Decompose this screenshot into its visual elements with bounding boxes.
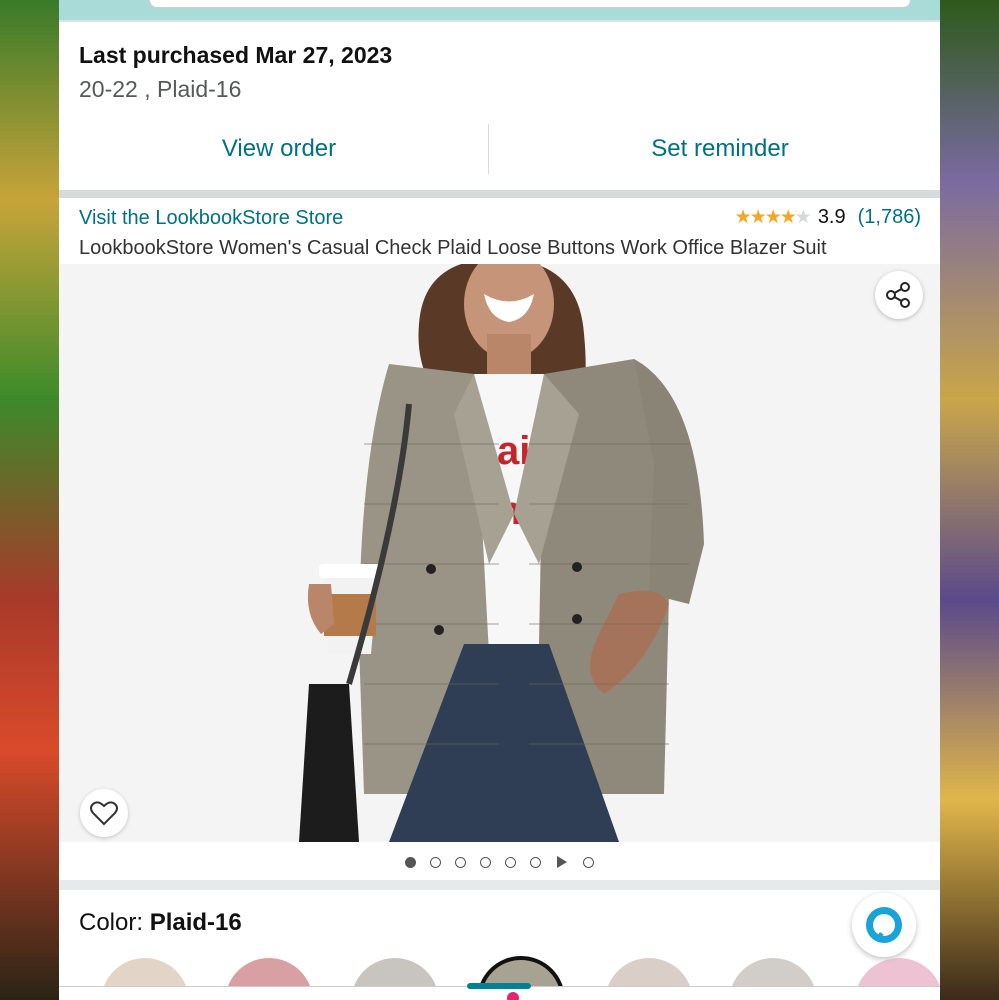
carousel-dot[interactable]	[583, 856, 594, 868]
scroll-indicator	[507, 992, 519, 1000]
share-button[interactable]	[875, 271, 923, 319]
color-label-prefix: Color:	[79, 909, 150, 936]
background-right	[939, 0, 999, 1000]
rating-summary[interactable]: ★★★★★ 3.9 (1,786)	[735, 206, 921, 229]
top-strip	[59, 0, 940, 22]
search-bar-edge[interactable]	[149, 0, 911, 8]
product-photo: ai h	[299, 264, 704, 842]
selected-color-value: Plaid-16	[149, 909, 242, 936]
carousel-dot[interactable]	[530, 856, 541, 868]
order-actions: View order Set reminder	[59, 122, 940, 176]
rating-value: 3.9	[817, 206, 846, 228]
section-separator	[59, 880, 940, 890]
product-title: LookbookStore Women's Casual Check Plaid…	[79, 237, 827, 259]
alexa-icon	[866, 907, 902, 943]
view-order-button[interactable]: View order	[59, 122, 499, 176]
selected-swatch-indicator	[467, 983, 531, 989]
product-image[interactable]: ai h	[59, 264, 940, 842]
share-icon	[886, 282, 910, 308]
carousel-dot[interactable]	[480, 856, 491, 868]
image-carousel-dots[interactable]	[59, 850, 940, 874]
alexa-button[interactable]	[852, 893, 916, 957]
carousel-dot[interactable]	[405, 856, 416, 868]
wishlist-button[interactable]	[80, 789, 128, 837]
play-icon[interactable]	[557, 856, 567, 868]
carousel-dot[interactable]	[455, 856, 466, 868]
carousel-dot[interactable]	[505, 856, 516, 868]
star-rating-icon: ★★★★★	[734, 207, 812, 228]
section-separator	[59, 190, 940, 198]
product-panel: Last purchased Mar 27, 2023 20-22 , Plai…	[59, 0, 940, 1000]
carousel-dot[interactable]	[430, 856, 441, 868]
heart-icon	[90, 801, 118, 826]
set-reminder-button[interactable]: Set reminder	[500, 122, 940, 176]
last-purchased-variant: 20-22 , Plaid-16	[79, 76, 242, 102]
color-selection-label: Color: Plaid-16	[79, 909, 242, 937]
last-purchased-title: Last purchased Mar 27, 2023	[79, 42, 393, 68]
store-link[interactable]: Visit the LookbookStore Store	[79, 207, 343, 230]
actions-divider	[488, 124, 489, 174]
background-left	[0, 0, 60, 1000]
rating-count-link[interactable]: (1,786)	[858, 206, 921, 229]
